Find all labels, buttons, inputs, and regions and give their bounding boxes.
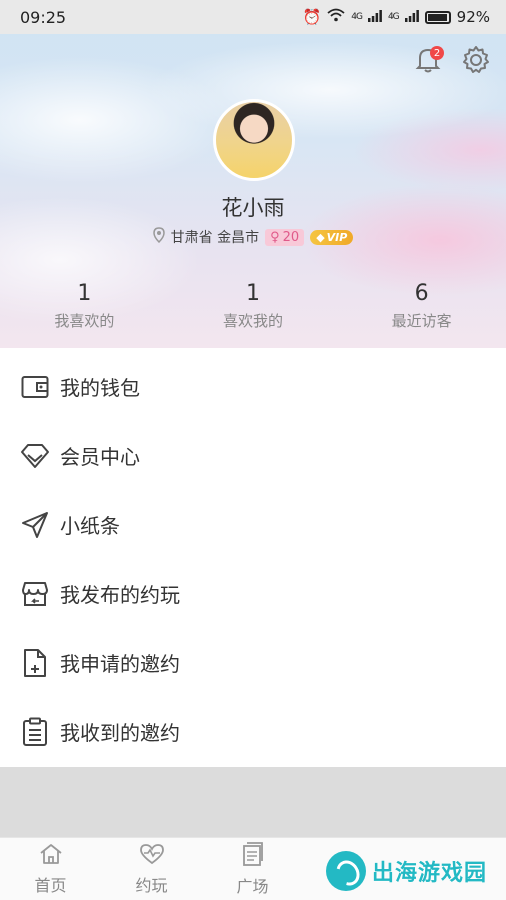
stat-value: 6 [414, 281, 429, 306]
battery-icon [424, 10, 451, 24]
settings-button[interactable] [460, 46, 492, 78]
status-icons: ⏰ 4G 4G 92% [303, 8, 490, 26]
tab-dates[interactable]: 约玩 [101, 838, 202, 900]
status-bar: 09:25 ⏰ 4G 4G 92% [0, 0, 506, 34]
send-icon [20, 510, 50, 540]
stat-i-like[interactable]: 1 我喜欢的 [0, 280, 169, 331]
profile-nickname: 花小雨 [221, 196, 285, 220]
watermark-logo-icon [326, 851, 366, 891]
stat-label: 喜欢我的 [223, 312, 284, 330]
diamond-icon: ◆ [316, 230, 325, 244]
profile-meta: 甘肃省 金昌市 ♀ 20 ◆ VIP [0, 227, 506, 247]
watermark-text: 出海游戏园 [372, 861, 488, 886]
vip-label: VIP [326, 230, 348, 244]
profile-age: 20 [282, 229, 300, 245]
vip-badge: ◆ VIP [310, 229, 354, 245]
profile-stats: 1 我喜欢的 1 喜欢我的 6 最近访客 [0, 280, 506, 331]
menu-item-label: 小纸条 [60, 514, 120, 538]
menu-item-notes[interactable]: 小纸条 [0, 490, 506, 559]
notification-badge: 2 [430, 46, 444, 60]
gear-icon [461, 45, 491, 79]
heartbeat-icon [139, 843, 165, 869]
female-icon: ♀ [270, 229, 280, 245]
signal-icon [367, 8, 382, 26]
menu-item-label: 会员中心 [60, 445, 140, 469]
menu-item-my-applications[interactable]: 我申请的邀约 [0, 628, 506, 697]
stat-likes-me[interactable]: 1 喜欢我的 [169, 280, 338, 331]
battery-percent: 92% [456, 8, 490, 26]
watermark: 出海游戏园 [326, 848, 487, 894]
profile-menu: 我的钱包 会员中心 小纸条 我发布的约玩 我申请的邀约 我收到的邀约 [0, 352, 506, 766]
stat-recent-visitors[interactable]: 6 最近访客 [337, 280, 506, 331]
menu-item-label: 我申请的邀约 [60, 652, 180, 676]
profile-location: 甘肃省 金昌市 [170, 230, 260, 246]
menu-item-wallet[interactable]: 我的钱包 [0, 352, 506, 421]
notification-button[interactable]: 2 [412, 46, 444, 78]
tab-label: 广场 [236, 876, 269, 896]
header-actions: 2 [412, 46, 492, 78]
tab-plaza[interactable]: 广场 [202, 838, 303, 900]
stat-value: 1 [77, 281, 92, 306]
gender-age-tag: ♀ 20 [265, 228, 305, 246]
status-time: 09:25 [20, 7, 67, 27]
signal-label-2: 4G [387, 12, 400, 22]
menu-item-received-invitations[interactable]: 我收到的邀约 [0, 697, 506, 766]
avatar[interactable] [213, 99, 295, 181]
tab-home[interactable]: 首页 [0, 838, 101, 900]
menu-item-my-posts[interactable]: 我发布的约玩 [0, 559, 506, 628]
menu-item-membership[interactable]: 会员中心 [0, 421, 506, 490]
tab-label: 首页 [34, 875, 67, 895]
document-icon [242, 841, 264, 870]
signal-icon [404, 8, 419, 26]
wallet-icon [20, 372, 50, 402]
home-icon [39, 843, 63, 869]
menu-item-label: 我收到的邀约 [60, 721, 180, 745]
signal-label-1: 4G [351, 12, 363, 22]
stat-label: 我喜欢的 [54, 312, 115, 330]
clipboard-icon [20, 717, 50, 747]
location-pin-icon [152, 227, 165, 247]
empty-content-area [0, 767, 506, 837]
diamond-icon [20, 441, 50, 471]
wifi-icon [327, 8, 345, 26]
file-add-icon [20, 648, 50, 678]
stat-value: 1 [246, 281, 260, 306]
menu-item-label: 我的钱包 [60, 376, 140, 400]
stat-label: 最近访客 [391, 312, 452, 330]
store-icon [20, 579, 50, 609]
menu-item-label: 我发布的约玩 [60, 583, 180, 607]
alarm-icon: ⏰ [302, 8, 322, 26]
tab-label: 约玩 [135, 875, 168, 895]
